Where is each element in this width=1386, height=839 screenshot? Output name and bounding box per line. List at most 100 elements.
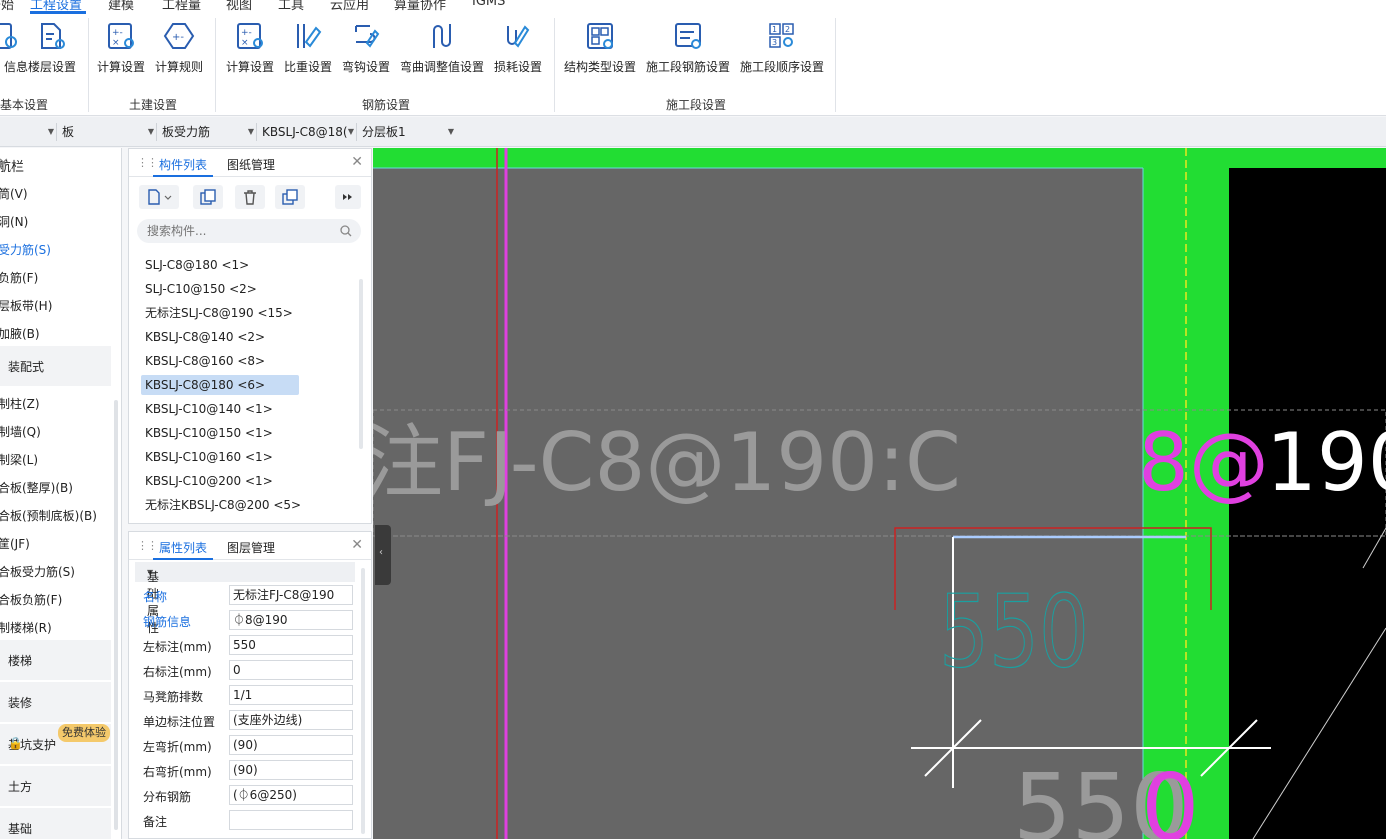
close-icon[interactable]: ✕ — [351, 154, 363, 170]
tab-property-list[interactable]: 属性列表 — [159, 539, 207, 556]
property-value-input[interactable]: (90) — [229, 735, 353, 755]
property-value-input[interactable]: 0 — [229, 660, 353, 680]
filter-separator — [256, 123, 257, 141]
drawing-canvas[interactable]: 注FJ-C8@190:C 8@ 190 550 550 0 — [373, 148, 1386, 839]
nav-item[interactable]: 层板带(H) — [0, 297, 52, 317]
nav-group-foundation[interactable]: 基础 — [0, 808, 111, 839]
hook-settings-button[interactable]: 弯钩设置 — [335, 20, 397, 75]
property-value-input[interactable]: 1/1 — [229, 685, 353, 705]
nav-group-pit-support[interactable]: 基坑支护 免费体验 🔒 — [0, 724, 111, 764]
collapse-panel-handle[interactable]: ‹ — [375, 525, 391, 585]
drag-handle-icon[interactable]: ⋮⋮ — [137, 539, 158, 552]
new-component-button[interactable] — [139, 185, 179, 209]
bend-adjust-button[interactable]: 弯曲调整值设置 — [398, 20, 486, 75]
property-value-input[interactable]: (支座外边线) — [229, 710, 353, 730]
menu-collab[interactable]: 算量协作 — [394, 0, 446, 13]
property-value-input[interactable]: (90) — [229, 760, 353, 780]
nav-item[interactable]: 洞(N) — [0, 213, 28, 233]
nav-item[interactable]: 制墙(Q) — [0, 423, 41, 443]
nav-item[interactable]: 制梁(L) — [0, 451, 38, 471]
component-item[interactable]: 无标注SLJ-C8@190 <15> — [141, 303, 321, 323]
search-input[interactable] — [147, 222, 337, 240]
menu-igms[interactable]: IGMS — [472, 0, 505, 9]
component-item[interactable]: SLJ-C10@150 <2> — [141, 279, 299, 299]
loss-settings-button[interactable]: 损耗设置 — [487, 20, 549, 75]
calc-rules-button[interactable]: +- 计算规则 — [148, 20, 210, 75]
nav-group-label: 楼梯 — [8, 654, 33, 668]
component-select[interactable]: KBSLJ-C8@18(▼ — [258, 121, 356, 143]
type-select[interactable]: 板受力筋 ▼ — [158, 121, 256, 143]
component-item[interactable]: KBSLJ-C10@160 <1> — [141, 447, 299, 467]
nav-group-prefab[interactable]: 装配式 — [0, 346, 111, 386]
floor-settings-button[interactable]: 楼层设置 — [21, 20, 83, 75]
tab-component-list[interactable]: 构件列表 — [159, 156, 207, 173]
nav-item[interactable]: 筐(JF) — [0, 535, 30, 555]
segment-order-label: 施工段顺序设置 — [739, 60, 824, 74]
nav-item[interactable]: 合板(预制底板)(B) — [0, 507, 97, 527]
nav-scrollbar[interactable] — [114, 400, 118, 830]
menu-start[interactable]: 开始 — [0, 0, 14, 13]
component-item[interactable]: KBSLJ-C8@160 <8> — [141, 351, 299, 371]
nav-item[interactable]: 负筋(F) — [0, 269, 38, 289]
drag-handle-icon[interactable]: ⋮⋮ — [137, 156, 158, 169]
property-value-input[interactable]: ⏀8@190 — [229, 610, 353, 630]
property-scrollbar[interactable] — [361, 568, 365, 834]
component-panel-tabs: ⋮⋮ 构件列表 图纸管理 ✕ — [129, 149, 371, 177]
new-file-icon — [148, 189, 172, 205]
menu-cloud[interactable]: 云应用 — [330, 0, 369, 13]
nav-item[interactable]: 制楼梯(R) — [0, 619, 52, 639]
property-value-input[interactable]: 无标注FJ-C8@190 — [229, 585, 353, 605]
nav-group-earthwork[interactable]: 土方 — [0, 766, 111, 806]
property-value-input[interactable] — [229, 810, 353, 830]
nav-item[interactable]: 筒(V) — [0, 185, 28, 205]
component-item[interactable]: KBSLJ-C10@200 <1> — [141, 471, 299, 491]
component-item[interactable]: KBSLJ-C10@150 <1> — [141, 423, 299, 443]
menu-quantity[interactable]: 工程量 — [162, 0, 201, 13]
nav-item[interactable]: 合板受力筋(S) — [0, 563, 75, 583]
menu-tools[interactable]: 工具 — [278, 0, 304, 13]
free-trial-badge[interactable]: 免费体验 — [58, 724, 110, 742]
bend-adjust-label: 弯曲调整值设置 — [399, 60, 484, 74]
component-item[interactable]: KBSLJ-C8@140 <2> — [141, 327, 299, 347]
property-value-input[interactable]: (⏀6@250) — [229, 785, 353, 805]
rebar-calc-settings-button[interactable]: +- × 计算设置 — [219, 20, 281, 75]
nav-group-decoration[interactable]: 装修 — [0, 682, 111, 722]
svg-text:×: × — [112, 38, 120, 48]
nav-item[interactable]: 合板(整厚)(B) — [0, 479, 73, 499]
structure-type-button[interactable]: 结构类型设置 — [561, 20, 639, 75]
search-icon[interactable] — [339, 224, 353, 238]
component-item[interactable]: 无标注KBSLJ-C8@200 <5> — [141, 495, 331, 515]
civil-calc-settings-button[interactable]: +- × 计算设置 — [90, 20, 152, 75]
weight-settings-button[interactable]: 比重设置 — [277, 20, 339, 75]
duplicate-button[interactable] — [275, 185, 305, 209]
segment-rebar-button[interactable]: 施工段钢筋设置 — [643, 20, 733, 75]
more-button[interactable] — [335, 185, 361, 209]
layer-select[interactable]: 分层板1 ▼ — [358, 121, 456, 143]
component-item[interactable]: SLJ-C8@180 <1> — [141, 255, 299, 275]
bend-icon — [433, 24, 451, 48]
segment-order-button[interactable]: 123 施工段顺序设置 — [737, 20, 827, 75]
tab-layer-manage[interactable]: 图层管理 — [227, 539, 275, 556]
component-item[interactable]: KBSLJ-C10@140 <1> — [141, 399, 299, 419]
floor-select[interactable]: ▼ — [0, 121, 56, 143]
ribbon-separator — [554, 18, 555, 112]
close-icon[interactable]: ✕ — [0, 156, 114, 171]
property-row-mark-position: 单边标注位置 (支座外边线) — [139, 709, 355, 731]
nav-item[interactable]: 加腋(B) — [0, 325, 40, 345]
close-icon[interactable]: ✕ — [351, 537, 363, 553]
property-key: 分布钢筋 — [143, 790, 192, 804]
delete-button[interactable] — [235, 185, 265, 209]
property-value-input[interactable]: 550 — [229, 635, 353, 655]
tab-drawing-manage[interactable]: 图纸管理 — [227, 156, 275, 173]
menu-view[interactable]: 视图 — [226, 0, 252, 13]
nav-item[interactable]: 制柱(Z) — [0, 395, 40, 415]
component-item-selected[interactable]: KBSLJ-C8@180 <6> — [141, 375, 299, 395]
nav-item[interactable]: 合板负筋(F) — [0, 591, 62, 611]
component-list-scrollbar[interactable] — [359, 279, 363, 449]
nav-group-stairs[interactable]: 楼梯 — [0, 640, 111, 680]
section-basic-properties[interactable]: ▼ 基础属性 — [135, 562, 355, 635]
menu-modeling[interactable]: 建模 — [108, 0, 134, 13]
category-select[interactable]: 板 ▼ — [58, 121, 156, 143]
copy-button[interactable] — [193, 185, 223, 209]
nav-item-slab-rebar[interactable]: 受力筋(S) — [0, 241, 51, 261]
